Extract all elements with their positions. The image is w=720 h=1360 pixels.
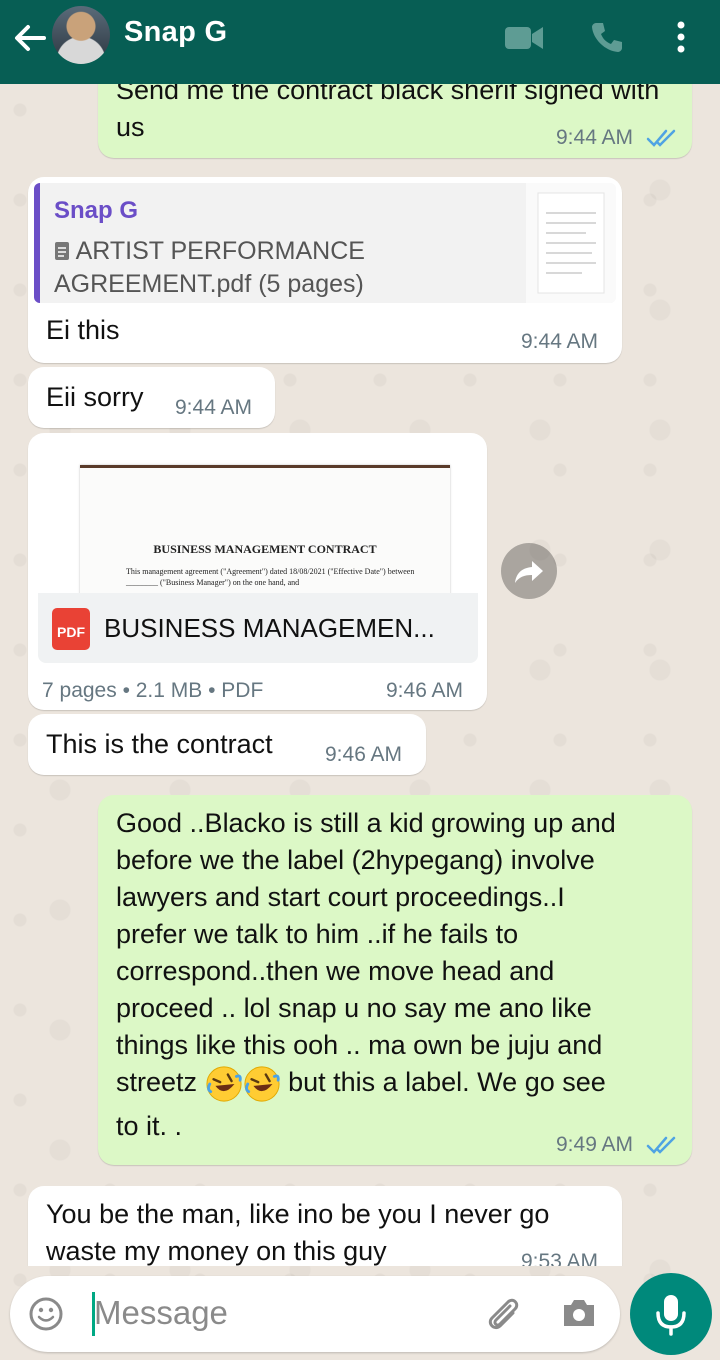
- rolling-on-floor-laughing-emoji: [243, 1066, 280, 1102]
- document-page-preview: BUSINESS MANAGEMENT CONTRACT This manage…: [80, 465, 450, 593]
- quoted-message[interactable]: Snap G ARTIST PERFORMANCE AGREEMENT.pdf …: [34, 183, 616, 303]
- message-text: This is the contract: [46, 729, 273, 759]
- quote-file: ARTIST PERFORMANCE AGREEMENT.pdf (5 page…: [54, 235, 524, 301]
- more-options-icon[interactable]: [674, 20, 688, 54]
- message-fragment: streetz: [116, 1067, 198, 1097]
- message-time: 9:46 AM: [386, 679, 464, 702]
- pdf-icon: PDF: [52, 608, 90, 650]
- preview-text: This management agreement ("Agreement") …: [126, 567, 415, 587]
- document-meta: 7 pages • 2.1 MB • PDF: [42, 679, 264, 702]
- message-bubble-incoming[interactable]: You be the man, like ino be you I never …: [28, 1186, 622, 1266]
- message-line: Good ..Blacko is still a kid growing up …: [116, 808, 616, 838]
- message-time: 9:46 AM: [325, 743, 403, 766]
- voice-record-button[interactable]: [630, 1273, 712, 1355]
- message-bubble-incoming[interactable]: Snap G ARTIST PERFORMANCE AGREEMENT.pdf …: [28, 177, 622, 363]
- chat-header: Snap G: [0, 0, 720, 84]
- emoji-icon[interactable]: [28, 1296, 64, 1332]
- message-line: prefer we talk to him ..if he fails to: [116, 919, 519, 949]
- document-icon: [55, 242, 69, 260]
- message-line: lawyers and start court proceedings..I: [116, 882, 565, 912]
- quote-accent-bar: [34, 183, 40, 303]
- message-line: correspond..then we move head and: [116, 956, 555, 986]
- quote-sender: Snap G: [54, 197, 139, 224]
- document-preview[interactable]: BUSINESS MANAGEMENT CONTRACT This manage…: [38, 443, 478, 593]
- read-ticks-icon: [646, 129, 676, 147]
- document-name: BUSINESS MANAGEMEN...: [104, 613, 435, 643]
- contact-name[interactable]: Snap G: [124, 16, 227, 49]
- message-time: 9:49 AM: [556, 1133, 634, 1156]
- document-file-bar[interactable]: PDF BUSINESS MANAGEMEN...: [38, 593, 478, 663]
- message-time: 9:44 AM: [556, 126, 634, 149]
- forward-icon: [515, 561, 543, 583]
- message-text: Eii sorry: [46, 382, 144, 412]
- camera-icon[interactable]: [560, 1296, 598, 1330]
- message-time: 9:53 AM: [521, 1250, 599, 1266]
- microphone-icon: [656, 1295, 686, 1336]
- preview-title: BUSINESS MANAGEMENT CONTRACT: [153, 542, 377, 556]
- forward-button[interactable]: [501, 543, 557, 599]
- message-clip-area: You be the man, like ino be you I never …: [0, 1180, 720, 1266]
- message-bubble-incoming[interactable]: This is the contract 9:46 AM: [28, 714, 426, 775]
- phone-call-icon[interactable]: [590, 20, 624, 54]
- message-input-bar: Message: [10, 1276, 620, 1352]
- message-line: things like this ooh .. ma own be juju a…: [116, 1030, 603, 1060]
- document-thumbnail-icon: [537, 192, 605, 294]
- quote-thumbnail: [526, 183, 616, 303]
- back-arrow-icon[interactable]: [10, 18, 50, 58]
- message-time: 9:44 AM: [521, 330, 599, 353]
- message-bubble-outgoing[interactable]: Good ..Blacko is still a kid growing up …: [98, 795, 692, 1165]
- quote-file-name: ARTIST PERFORMANCE AGREEMENT.pdf (5 page…: [54, 237, 365, 298]
- rolling-on-floor-laughing-emoji: [205, 1066, 242, 1102]
- message-line: before we the label (2hypegang) involve: [116, 845, 595, 875]
- video-call-icon[interactable]: [504, 24, 544, 52]
- message-line: streetz but this a label. We go see: [116, 1064, 686, 1108]
- read-ticks-icon: [646, 1136, 676, 1154]
- message-input[interactable]: Message: [94, 1294, 228, 1332]
- message-line: You be the man, like ino be you I never …: [46, 1199, 550, 1229]
- avatar[interactable]: [52, 6, 110, 64]
- message-text: Ei this: [46, 315, 120, 345]
- message-bubble-incoming[interactable]: Eii sorry 9:44 AM: [28, 367, 275, 428]
- message-line: proceed .. lol snap u no say me ano like: [116, 993, 592, 1023]
- document-message-bubble[interactable]: BUSINESS MANAGEMENT CONTRACT This manage…: [28, 433, 487, 710]
- attach-icon[interactable]: [484, 1294, 522, 1334]
- message-fragment: but this a label. We go see: [288, 1067, 606, 1097]
- message-time: 9:44 AM: [175, 396, 253, 419]
- message-text: Good ..Blacko is still a kid growing up …: [116, 805, 686, 1145]
